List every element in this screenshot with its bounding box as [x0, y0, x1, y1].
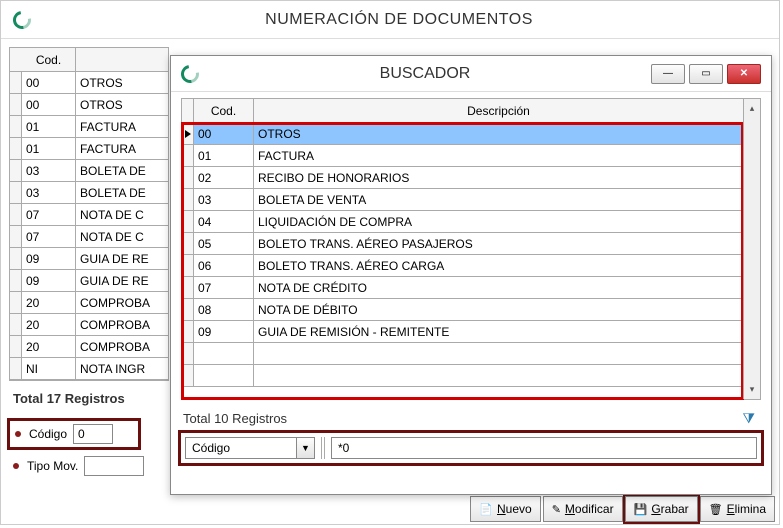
- tipomov-label: Tipo Mov.: [27, 459, 78, 473]
- list-item-empty: [182, 365, 743, 387]
- scroll-down-icon[interactable]: ▾: [750, 384, 755, 395]
- list-item-empty: [182, 343, 743, 365]
- dlg-th-cod: Cod.: [194, 99, 254, 122]
- list-item[interactable]: 04LIQUIDACIÓN DE COMPRA: [182, 211, 743, 233]
- table-row[interactable]: 20COMPROBA: [10, 292, 168, 314]
- table-row[interactable]: 03BOLETA DE: [10, 182, 168, 204]
- table-row[interactable]: 20COMPROBA: [10, 314, 168, 336]
- buscador-total-row: Total 10 Registros ⧩: [181, 400, 761, 433]
- table-row[interactable]: 01FACTURA: [10, 138, 168, 160]
- list-item[interactable]: 05BOLETO TRANS. AÉREO PASAJEROS: [182, 233, 743, 255]
- scroll-up-icon[interactable]: ▴: [750, 103, 755, 114]
- table-row[interactable]: 07NOTA DE C: [10, 204, 168, 226]
- buscador-table: Cod. Descripción 00OTROS01FACTURA02RECIB…: [181, 98, 761, 400]
- table-row[interactable]: 00OTROS: [10, 72, 168, 94]
- buscador-rows: 00OTROS01FACTURA02RECIBO DE HONORARIOS03…: [182, 123, 743, 399]
- filter-value-input[interactable]: [331, 437, 757, 459]
- bullet-icon: [15, 431, 21, 437]
- filter-icon[interactable]: ⧩: [743, 410, 756, 427]
- table-row[interactable]: 09GUIA DE RE: [10, 270, 168, 292]
- main-th-cod: Cod.: [22, 48, 76, 71]
- list-item[interactable]: 02RECIBO DE HONORARIOS: [182, 167, 743, 189]
- save-icon: 💾: [634, 503, 648, 516]
- main-table: Cod. 00OTROS00OTROS01FACTURA01FACTURA03B…: [9, 47, 169, 381]
- list-item[interactable]: 06BOLETO TRANS. AÉREO CARGA: [182, 255, 743, 277]
- dlg-th-desc: Descripción: [254, 99, 743, 122]
- separator: [321, 437, 325, 459]
- codigo-field-row: Código: [9, 420, 139, 448]
- filter-field-dropdown[interactable]: Código ▼: [185, 437, 315, 459]
- close-button[interactable]: ✕: [727, 64, 761, 84]
- new-icon: 📄: [479, 503, 493, 516]
- table-row[interactable]: 09GUIA DE RE: [10, 248, 168, 270]
- table-row[interactable]: 20COMPROBA: [10, 336, 168, 358]
- buscador-dialog: BUSCADOR — ▭ ✕ Cod. Descripción 00OTROS0…: [170, 55, 772, 495]
- list-item[interactable]: 07NOTA DE CRÉDITO: [182, 277, 743, 299]
- delete-icon: 🗑: [709, 503, 723, 516]
- elimina-button[interactable]: 🗑 Elimina: [700, 496, 775, 522]
- filter-row: Código ▼: [181, 433, 761, 463]
- scrollbar-vertical[interactable]: ▴ ▾: [743, 99, 760, 399]
- bullet-icon: [13, 463, 19, 469]
- grabar-button[interactable]: 💾 Grabar: [625, 496, 698, 522]
- table-row[interactable]: 03BOLETA DE: [10, 160, 168, 182]
- main-title: NUMERACIÓN DE DOCUMENTOS: [31, 11, 767, 29]
- table-row[interactable]: 07NOTA DE C: [10, 226, 168, 248]
- list-item[interactable]: 01FACTURA: [182, 145, 743, 167]
- list-item[interactable]: 00OTROS: [182, 123, 743, 145]
- edit-icon: ✎: [552, 503, 561, 516]
- codigo-input[interactable]: [73, 424, 113, 444]
- list-item[interactable]: 03BOLETA DE VENTA: [182, 189, 743, 211]
- maximize-button[interactable]: ▭: [689, 64, 723, 84]
- modificar-button[interactable]: ✎ Modificar: [543, 496, 623, 522]
- main-titlebar: NUMERACIÓN DE DOCUMENTOS: [1, 1, 779, 39]
- nuevo-button[interactable]: 📄 Nuevo: [470, 496, 540, 522]
- buscador-total: Total 10 Registros: [183, 411, 287, 426]
- dialog-title: BUSCADOR: [199, 65, 651, 83]
- table-row[interactable]: 01FACTURA: [10, 116, 168, 138]
- chevron-down-icon[interactable]: ▼: [296, 438, 314, 458]
- current-row-icon: [185, 130, 191, 138]
- table-row[interactable]: 00OTROS: [10, 94, 168, 116]
- list-item[interactable]: 08NOTA DE DÉBITO: [182, 299, 743, 321]
- list-item[interactable]: 09GUIA DE REMISIÓN - REMITENTE: [182, 321, 743, 343]
- minimize-button[interactable]: —: [651, 64, 685, 84]
- codigo-label: Código: [29, 427, 67, 441]
- filter-field-value: Código: [186, 441, 296, 455]
- table-row[interactable]: NINOTA INGR: [10, 358, 168, 380]
- dialog-titlebar: BUSCADOR — ▭ ✕: [171, 56, 771, 92]
- tipomov-input[interactable]: [84, 456, 144, 476]
- bottom-toolbar: 📄 Nuevo ✎ Modificar 💾 Grabar 🗑 Elimina: [470, 496, 775, 522]
